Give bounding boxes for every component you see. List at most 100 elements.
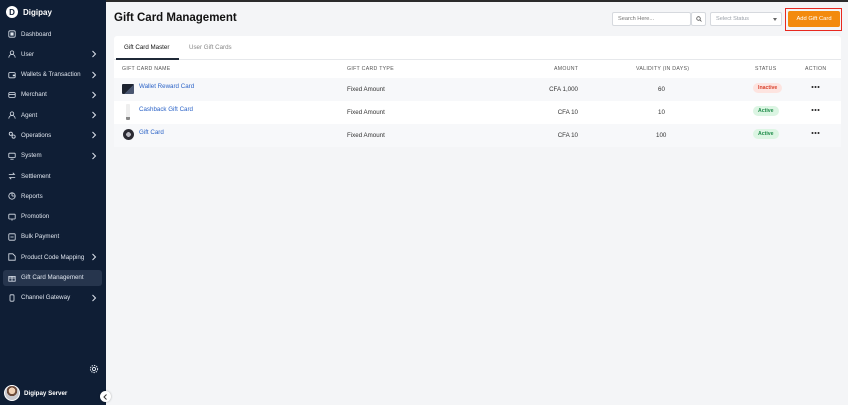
gift-card-amount: CFA 1,000 — [549, 86, 578, 93]
gear-icon[interactable] — [89, 364, 99, 374]
gift-icon — [8, 274, 16, 282]
gift-card-validity: 10 — [658, 109, 665, 116]
column-header-validity: VALIDITY (IN DAYS) — [636, 66, 690, 72]
sidebar-item-label: Agent — [21, 111, 38, 119]
chevron-right-icon — [92, 253, 97, 261]
user-icon — [8, 50, 16, 58]
user-profile[interactable]: Digipay Server — [4, 385, 67, 401]
channel-icon — [8, 294, 16, 302]
gift-card-thumbnail — [123, 129, 134, 140]
system-icon — [8, 152, 16, 160]
sidebar-item-channel-gateway[interactable]: Channel Gateway — [3, 290, 102, 306]
gift-card-amount: CFA 10 — [557, 132, 578, 139]
search-button[interactable] — [691, 12, 706, 26]
table-row: Gift Card Fixed Amount CFA 10 100 Active — [114, 124, 841, 147]
sidebar-item-dashboard[interactable]: Dashboard — [3, 26, 102, 42]
sidebar-item-bulk-payment[interactable]: Bulk Payment — [3, 229, 102, 245]
more-options-icon[interactable] — [811, 108, 820, 112]
sidebar-item-label: Gift Card Management — [21, 274, 84, 282]
chevron-right-icon — [92, 152, 97, 160]
caret-down-icon — [773, 18, 777, 21]
more-options-icon[interactable] — [811, 131, 820, 135]
gift-card-thumbnail — [122, 84, 134, 94]
more-options-icon[interactable] — [811, 85, 820, 89]
sidebar-item-agent[interactable]: Agent — [3, 107, 102, 123]
tab-bar: Gift Card Master User Gift Cards — [114, 36, 841, 60]
sidebar-collapse-button[interactable] — [100, 391, 111, 402]
status-select-placeholder: Select Status — [716, 16, 749, 22]
status-badge: Active — [753, 129, 779, 139]
gift-card-validity: 100 — [656, 132, 667, 139]
sidebar-item-label: Reports — [21, 192, 43, 200]
chevron-right-icon — [92, 111, 97, 119]
sidebar-item-label: Merchant — [21, 91, 47, 99]
sidebar-item-wallets[interactable]: Wallets & Transaction — [3, 67, 102, 83]
gift-card-name-link[interactable]: Wallet Reward Card — [139, 83, 194, 90]
gift-card-amount: CFA 10 — [557, 109, 578, 116]
status-badge: Active — [753, 106, 779, 116]
gift-card-name-link[interactable]: Gift Card — [139, 129, 164, 136]
search-input[interactable] — [612, 12, 691, 26]
sidebar-item-label: Bulk Payment — [21, 233, 60, 241]
table-row: Cashback Gift Card Fixed Amount CFA 10 1… — [114, 101, 841, 124]
product-code-icon — [8, 253, 16, 261]
promotion-icon — [8, 213, 16, 221]
sidebar-item-product-code-mapping[interactable]: Product Code Mapping — [3, 249, 102, 265]
gift-card-type: Fixed Amount — [347, 132, 385, 139]
brand-name: Digipay — [23, 7, 52, 17]
tab-user-gift-cards[interactable]: User Gift Cards — [189, 44, 232, 51]
sidebar-item-user[interactable]: User — [3, 46, 102, 62]
brand-logo-icon: D — [6, 6, 18, 18]
sidebar-item-label: Operations — [21, 131, 52, 139]
column-header-name: GIFT CARD NAME — [122, 66, 171, 72]
dashboard-icon — [8, 30, 16, 38]
column-header-action: ACTION — [805, 66, 827, 72]
chevron-right-icon — [92, 91, 97, 99]
status-badge: Inactive — [753, 83, 783, 93]
merchant-icon — [8, 91, 16, 99]
status-select[interactable]: Select Status — [710, 12, 782, 26]
gift-card-panel: Gift Card Master User Gift Cards GIFT CA… — [114, 36, 841, 147]
page-title: Gift Card Management — [114, 12, 237, 24]
operations-icon — [8, 131, 16, 140]
sidebar-item-gift-card-management[interactable]: Gift Card Management — [3, 269, 102, 286]
sidebar-nav: Dashboard User Wallets & Transaction Mer… — [3, 26, 102, 310]
gift-card-thumbnail — [126, 104, 130, 120]
table-row: Wallet Reward Card Fixed Amount CFA 1,00… — [114, 78, 841, 101]
sidebar-item-label: Promotion — [21, 213, 50, 221]
gift-card-name-link[interactable]: Cashback Gift Card — [139, 106, 193, 113]
column-header-status: STATUS — [755, 66, 777, 72]
tab-gift-card-master[interactable]: Gift Card Master — [124, 44, 169, 51]
chevron-left-icon — [103, 393, 107, 400]
sidebar-item-reports[interactable]: Reports — [3, 188, 102, 204]
brand: D Digipay — [6, 6, 52, 18]
sidebar-item-merchant[interactable]: Merchant — [3, 87, 102, 103]
sidebar-item-operations[interactable]: Operations — [3, 127, 102, 143]
sidebar-item-label: Wallets & Transaction — [21, 71, 81, 79]
search-icon — [695, 16, 702, 22]
gift-card-type: Fixed Amount — [347, 109, 385, 116]
add-gift-card-button[interactable]: Add Gift Card — [788, 11, 840, 27]
sidebar-item-label: Dashboard — [21, 30, 52, 38]
agent-icon — [8, 111, 16, 119]
sidebar-item-label: System — [21, 152, 42, 160]
settlement-icon — [8, 172, 16, 180]
wallet-icon — [8, 71, 16, 79]
sidebar-item-settlement[interactable]: Settlement — [3, 168, 102, 184]
reports-icon — [8, 192, 16, 200]
chevron-right-icon — [92, 132, 97, 139]
chevron-right-icon — [92, 71, 97, 78]
sidebar-item-label: User — [21, 50, 35, 58]
sidebar-item-promotion[interactable]: Promotion — [3, 209, 102, 225]
column-header-type: GIFT CARD TYPE — [347, 66, 394, 72]
chevron-right-icon — [92, 50, 97, 58]
gift-card-validity: 60 — [658, 86, 665, 93]
chevron-right-icon — [92, 294, 97, 302]
avatar — [4, 385, 20, 401]
sidebar-item-label: Settlement — [21, 172, 51, 180]
sidebar: D Digipay Dashboard User Wallets & Trans… — [0, 0, 106, 405]
sidebar-item-label: Product Code Mapping — [21, 253, 85, 261]
user-name: Digipay Server — [24, 389, 68, 397]
bulk-payment-icon — [8, 233, 16, 241]
sidebar-item-system[interactable]: System — [3, 148, 102, 164]
